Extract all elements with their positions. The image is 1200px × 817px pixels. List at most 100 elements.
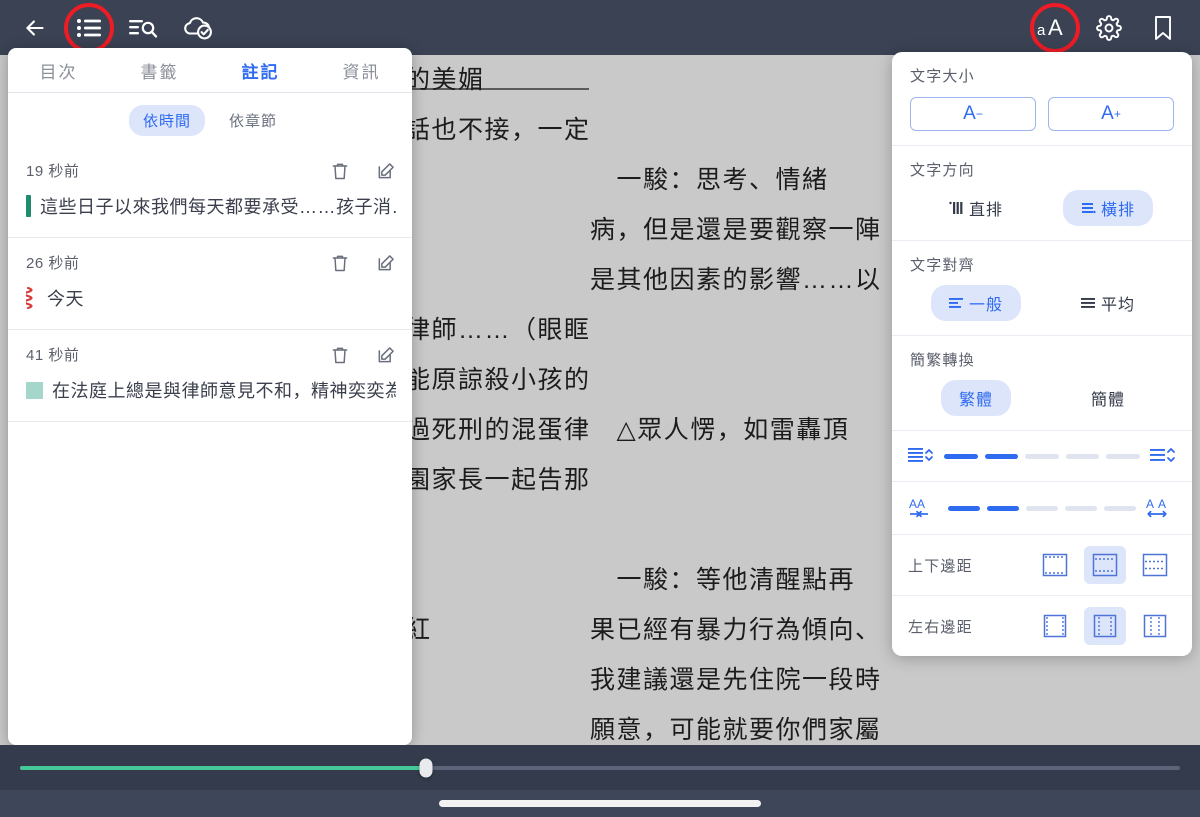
top-toolbar: a A — [0, 0, 1200, 55]
line-spacing-slider[interactable] — [944, 453, 1140, 459]
panel-tab-bar: 目次 書籤 註記 資訊 — [8, 48, 412, 93]
settings-button[interactable] — [1082, 5, 1136, 51]
text-direction-section: 文字方向 直排 橫排 — [892, 146, 1192, 241]
tab-toc[interactable]: 目次 — [8, 58, 109, 83]
text-align-label: 文字對齊 — [910, 257, 975, 274]
increase-font-letter: A — [1101, 103, 1114, 124]
font-size-aA-icon: a A — [1037, 16, 1063, 40]
progress-fill — [20, 765, 426, 770]
back-button[interactable] — [8, 5, 62, 51]
note-timestamp: 19 秒前 — [26, 163, 80, 180]
note-body: 在法庭上總是與律師意見不和，精神奕奕為… — [26, 377, 396, 403]
notes-sort-controls: 依時間 依章節 — [8, 93, 412, 146]
letter-spacing-decrease-icon: AA — [909, 497, 928, 518]
note-header: 41 秒前 — [26, 344, 396, 365]
margin-h-large-button[interactable] — [1134, 607, 1176, 645]
script-convert-section: 簡繁轉換 繁體 簡體 — [892, 336, 1192, 431]
align-justify-icon — [1080, 297, 1095, 308]
margin-h-large-icon — [1143, 614, 1167, 638]
text-direction-horizontal-label: 橫排 — [1100, 202, 1135, 219]
letter-spacing-seg-5[interactable] — [1104, 505, 1136, 511]
decrease-font-size-button[interactable]: A − — [910, 97, 1036, 131]
search-button[interactable] — [116, 5, 170, 51]
script-cell-simplified: 簡體 — [1042, 380, 1174, 416]
note-body: 今天 — [26, 285, 396, 311]
tab-info[interactable]: 資訊 — [311, 58, 412, 83]
svg-text:A: A — [1158, 497, 1166, 511]
line-height-decrease-icon — [908, 448, 933, 462]
home-indicator[interactable] — [439, 800, 761, 807]
margin-h-medium-button[interactable] — [1084, 607, 1126, 645]
script-cell-traditional: 繁體 — [910, 380, 1042, 416]
cloud-sync-button[interactable] — [170, 5, 224, 51]
trash-icon[interactable] — [330, 345, 350, 365]
progress-knob[interactable] — [419, 758, 433, 777]
decrease-font-letter: A — [963, 103, 976, 124]
text-direction-label: 文字方向 — [910, 162, 975, 179]
font-size-section: 文字大小 A − A + — [892, 52, 1192, 146]
line-spacing-seg-3[interactable] — [1025, 453, 1059, 459]
tab-bookmarks[interactable]: 書籤 — [109, 58, 210, 83]
horizontal-text-icon — [1081, 203, 1096, 214]
toolbar-right-group: a A — [1028, 2, 1200, 53]
text-align-section: 文字對齊 一般 平均 — [892, 241, 1192, 336]
sort-by-time-chip[interactable]: 依時間 — [128, 105, 205, 136]
note-actions — [330, 345, 396, 365]
script-simplified-option[interactable]: 簡體 — [1073, 380, 1143, 416]
decrease-font-sign: − — [975, 107, 983, 121]
line-spacing-seg-1[interactable] — [944, 453, 978, 459]
align-left-icon — [948, 297, 963, 308]
text-direction-horizontal-option[interactable]: 橫排 — [1062, 190, 1153, 226]
margin-v-large-icon — [1142, 553, 1168, 577]
trash-icon[interactable] — [330, 253, 350, 273]
font-size-buttons: A − A + — [910, 97, 1174, 131]
letter-spacing-seg-4[interactable] — [1065, 505, 1097, 511]
annotations-panel: 目次 書籤 註記 資訊 依時間 依章節 19 秒前 這些日子以來我們每天都要承受… — [8, 48, 412, 745]
list-item[interactable]: 41 秒前 在法庭上總是與律師意見不和，精神奕奕為… — [8, 330, 412, 422]
script-traditional-option[interactable]: 繁體 — [940, 380, 1011, 416]
svg-text:a: a — [1037, 22, 1046, 39]
letter-spacing-seg-1[interactable] — [948, 505, 980, 511]
tab-notes[interactable]: 註記 — [210, 58, 311, 83]
text-align-justify-label: 平均 — [1100, 297, 1135, 314]
margin-v-small-button[interactable] — [1034, 546, 1076, 584]
line-spacing-seg-2[interactable] — [984, 453, 1019, 459]
list-item[interactable]: 26 秒前 今天 — [8, 238, 412, 330]
line-spacing-section — [892, 431, 1192, 482]
text-direction-vertical-option[interactable]: 直排 — [931, 190, 1021, 226]
font-size-button[interactable]: a A — [1028, 2, 1082, 53]
line-spacing-seg-5[interactable] — [1106, 453, 1140, 459]
highlight-square-marker — [26, 381, 43, 399]
note-header: 19 秒前 — [26, 160, 396, 181]
sort-by-chapter-chip[interactable]: 依章節 — [215, 105, 291, 136]
letter-spacing-slider[interactable] — [948, 505, 1136, 511]
bookmark-icon — [1155, 15, 1171, 40]
reading-progress-slider[interactable] — [20, 758, 1180, 777]
bookmark-button[interactable] — [1136, 5, 1190, 51]
text-direction-cell-vertical: 直排 — [910, 190, 1042, 226]
list-item[interactable]: 19 秒前 這些日子以來我們每天都要承受……孩子消… — [8, 146, 412, 238]
text-align-justify-option[interactable]: 平均 — [1063, 285, 1153, 321]
edit-pencil-icon[interactable] — [376, 345, 396, 365]
letter-spacing-seg-2[interactable] — [987, 505, 1019, 511]
cloud-sync-check-icon — [184, 16, 212, 39]
svg-text:A: A — [1048, 16, 1063, 40]
svg-text:A: A — [1146, 497, 1154, 511]
note-timestamp: 26 秒前 — [26, 255, 80, 272]
edit-pencil-icon[interactable] — [376, 253, 396, 273]
reader-paragraph-2: △眾人愣，如雷轟頂 — [590, 416, 850, 444]
trash-icon[interactable] — [330, 161, 350, 181]
text-align-options: 一般 平均 — [910, 285, 1174, 321]
margin-h-medium-icon — [1093, 614, 1117, 638]
gear-settings-icon — [1096, 14, 1122, 41]
line-spacing-seg-4[interactable] — [1065, 453, 1100, 459]
increase-font-size-button[interactable]: A + — [1048, 97, 1174, 131]
text-align-normal-option[interactable]: 一般 — [930, 285, 1021, 321]
toc-list-button[interactable] — [62, 2, 116, 53]
letter-spacing-seg-3[interactable] — [1026, 505, 1058, 511]
margin-h-small-button[interactable] — [1034, 607, 1076, 645]
margin-v-large-button[interactable] — [1134, 546, 1176, 584]
margin-v-medium-button[interactable] — [1084, 546, 1126, 584]
edit-pencil-icon[interactable] — [376, 161, 396, 181]
increase-font-sign: + — [1113, 107, 1121, 121]
